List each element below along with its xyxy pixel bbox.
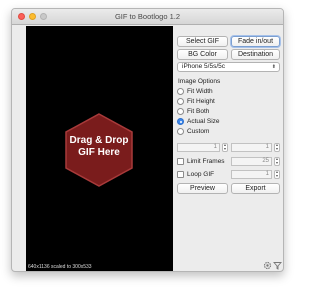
- custom-height-field[interactable]: 1: [231, 143, 272, 152]
- limit-frames-checkbox-row[interactable]: Limit Frames: [177, 157, 225, 166]
- radio-button-selected[interactable]: [177, 118, 184, 125]
- radio-label: Fit Width: [187, 88, 213, 95]
- drop-zone[interactable]: Drag & Drop GIF Here: [60, 111, 138, 189]
- radio-actual-size[interactable]: Actual Size: [177, 117, 220, 126]
- radio-fit-width[interactable]: Fit Width: [177, 87, 213, 96]
- radio-fit-both[interactable]: Fit Both: [177, 107, 209, 116]
- gif-preview-area[interactable]: Drag & Drop GIF Here 640x1136 scaled to …: [26, 26, 173, 271]
- loop-gif-label: Loop GIF: [187, 171, 215, 178]
- stepper-arrows-icon[interactable]: ▲ ▼: [274, 170, 280, 179]
- destination-button[interactable]: Destination: [231, 49, 280, 60]
- drop-instructions: Drag & Drop GIF Here: [60, 135, 138, 159]
- filter-icon[interactable]: [273, 261, 282, 270]
- stepper-arrows-icon[interactable]: ▲ ▼: [274, 157, 280, 166]
- radio-button[interactable]: [177, 128, 184, 135]
- custom-width-field[interactable]: 1: [177, 143, 220, 152]
- device-select[interactable]: iPhone 5/5s/5c ⬍: [177, 62, 280, 72]
- radio-custom[interactable]: Custom: [177, 127, 209, 136]
- radio-button[interactable]: [177, 98, 184, 105]
- window-title: GIF to Bootlogo 1.2: [114, 12, 181, 21]
- limit-frames-stepper[interactable]: 25 ▲ ▼: [231, 157, 280, 166]
- title-bar: GIF to Bootlogo 1.2: [12, 9, 283, 25]
- stepper-arrows-icon[interactable]: ▲ ▼: [222, 143, 228, 152]
- radio-button[interactable]: [177, 88, 184, 95]
- radio-button[interactable]: [177, 108, 184, 115]
- preview-button[interactable]: Preview: [177, 183, 228, 194]
- stepper-arrows-icon[interactable]: ▲ ▼: [274, 143, 280, 152]
- radio-label: Fit Both: [187, 108, 210, 115]
- loop-gif-checkbox[interactable]: [177, 171, 184, 178]
- radio-label: Actual Size: [187, 118, 220, 125]
- export-button[interactable]: Export: [231, 183, 280, 194]
- device-select-value: iPhone 5/5s/5c: [182, 63, 226, 70]
- radio-label: Fit Height: [187, 98, 215, 105]
- limit-frames-field[interactable]: 25: [231, 157, 272, 166]
- custom-width-stepper[interactable]: 1 ▲ ▼: [177, 143, 228, 152]
- bottom-icons: [263, 261, 282, 270]
- loop-gif-field[interactable]: 1: [231, 170, 272, 179]
- limit-frames-label: Limit Frames: [187, 158, 225, 165]
- options-panel: Select GIF Fade in/out BG Color Destinat…: [175, 26, 283, 271]
- loop-gif-stepper[interactable]: 1 ▲ ▼: [231, 170, 280, 179]
- gear-icon[interactable]: [263, 261, 272, 270]
- image-options-label: Image Options: [178, 78, 221, 85]
- select-gif-button[interactable]: Select GIF: [177, 36, 228, 47]
- drop-text-line-1: Drag & Drop: [69, 135, 129, 146]
- fade-in-out-button[interactable]: Fade in/out: [231, 36, 280, 47]
- radio-label: Custom: [187, 128, 210, 135]
- loop-gif-checkbox-row[interactable]: Loop GIF: [177, 170, 214, 179]
- radio-fit-height[interactable]: Fit Height: [177, 97, 215, 106]
- limit-frames-checkbox[interactable]: [177, 158, 184, 165]
- bg-color-button[interactable]: BG Color: [177, 49, 228, 60]
- custom-height-stepper[interactable]: 1 ▲ ▼: [231, 143, 280, 152]
- app-window: GIF to Bootlogo 1.2 Drag & Drop GIF Here…: [11, 8, 284, 272]
- drop-text-line-2: GIF Here: [78, 147, 120, 158]
- select-arrows-icon: ⬍: [271, 64, 276, 70]
- scale-label: 640x1136 scaled to 300x533: [28, 264, 92, 270]
